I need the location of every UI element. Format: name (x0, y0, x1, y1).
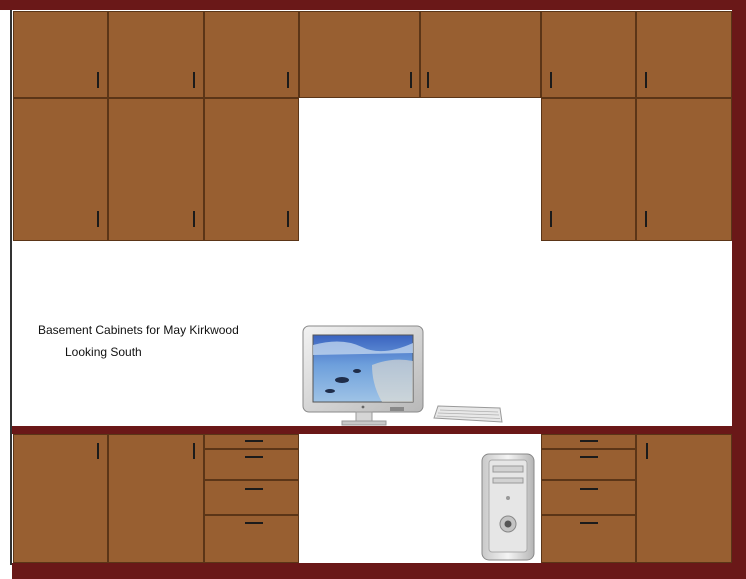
right-frame (732, 0, 746, 579)
top-trim (0, 0, 746, 10)
drawer-pull (580, 456, 598, 458)
cabinet-handle (193, 72, 195, 88)
drawing-subtitle: Looking South (65, 345, 142, 359)
upper-cabinet-door (108, 11, 204, 98)
drawer-pull (580, 488, 598, 490)
upper-cabinet-door (204, 11, 299, 98)
drawer (204, 515, 299, 563)
cabinet-handle (550, 211, 552, 227)
left-margin (0, 10, 10, 579)
cabinet-handle (193, 211, 195, 227)
cabinet-handle (645, 72, 647, 88)
drawer (541, 515, 636, 563)
cabinet-handle (97, 443, 99, 459)
drawer (541, 434, 636, 449)
upper-cabinet-door (108, 98, 204, 241)
cabinet-handle (97, 211, 99, 227)
drawing-title: Basement Cabinets for May Kirkwood (38, 323, 239, 337)
base-cabinet-door (108, 434, 204, 563)
cabinet-handle (427, 72, 429, 88)
cabinet-handle (646, 443, 648, 459)
cabinet-handle (97, 72, 99, 88)
upper-cabinet-door (420, 11, 541, 98)
cabinet-handle (645, 211, 647, 227)
drawer (541, 449, 636, 480)
base-cabinet-door (13, 434, 108, 563)
upper-cabinet-door (299, 11, 420, 98)
drawer (204, 480, 299, 515)
cabinet-handle (287, 72, 289, 88)
base-cabinet-door (636, 434, 732, 563)
upper-cabinet-door (541, 98, 636, 241)
tower-computer-icon (479, 452, 537, 562)
drawer-pull (245, 522, 263, 524)
drawer-pull (245, 488, 263, 490)
upper-cabinet-door (13, 98, 108, 241)
cabinet-handle (410, 72, 412, 88)
cabinet-handle (287, 211, 289, 227)
keyboard-icon (432, 402, 504, 426)
toe-kick (12, 563, 746, 579)
drawer-pull (245, 456, 263, 458)
cabinet-handle (550, 72, 552, 88)
upper-cabinet-door (13, 11, 108, 98)
upper-cabinet-door (636, 11, 732, 98)
upper-cabinet-door (204, 98, 299, 241)
left-frame (10, 10, 12, 565)
upper-cabinet-door (541, 11, 636, 98)
cinema-display-icon (302, 325, 426, 427)
cabinet-handle (193, 443, 195, 459)
drawer-pull (245, 440, 263, 442)
drawer-pull (580, 440, 598, 442)
drawer-pull (580, 522, 598, 524)
drawer (204, 449, 299, 480)
countertop (12, 426, 732, 434)
upper-cabinet-door (636, 98, 732, 241)
drawer (204, 434, 299, 449)
drawer (541, 480, 636, 515)
